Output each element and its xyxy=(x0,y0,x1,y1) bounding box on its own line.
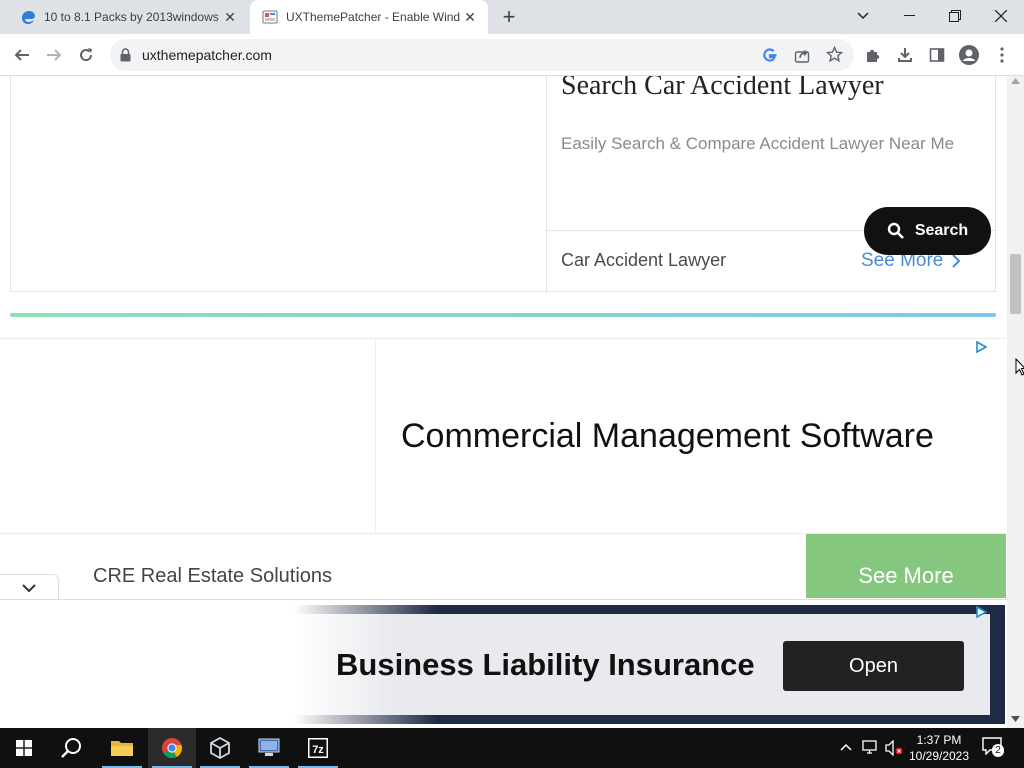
close-tab-icon[interactable]: ✕ xyxy=(220,7,240,27)
ad-title[interactable]: Search Car Accident Lawyer xyxy=(561,76,884,102)
download-icon[interactable] xyxy=(892,42,918,68)
chrome-icon[interactable] xyxy=(148,728,196,768)
network-app-icon[interactable] xyxy=(245,728,293,768)
ad-description: Easily Search & Compare Accident Lawyer … xyxy=(561,134,955,153)
tab-strip: 10 to 8.1 Packs by 2013windows ✕ UXTheme… xyxy=(0,0,1024,34)
new-tab-button[interactable]: + xyxy=(497,4,521,29)
restore-icon[interactable] xyxy=(932,0,978,32)
section-divider-bar xyxy=(10,313,996,317)
action-center-icon[interactable]: 2 xyxy=(982,737,1006,759)
chevron-down-icon xyxy=(22,584,36,592)
search-icon[interactable] xyxy=(48,728,96,768)
show-hidden-icons-chevron-icon[interactable] xyxy=(840,743,852,751)
minimize-icon[interactable] xyxy=(886,0,932,32)
svg-text:7z: 7z xyxy=(312,744,324,756)
volume-muted-icon[interactable] xyxy=(885,740,903,756)
menu-kebab-icon[interactable] xyxy=(989,42,1015,68)
reload-icon[interactable] xyxy=(73,42,99,68)
ad-footer-label[interactable]: Car Accident Lawyer xyxy=(561,250,726,271)
share-icon[interactable] xyxy=(794,47,810,63)
search-button[interactable]: Search xyxy=(864,207,991,255)
mouse-cursor-icon xyxy=(1015,358,1024,376)
clock-time: 1:37 PM xyxy=(916,733,962,747)
see-more-button[interactable]: See More xyxy=(806,534,1006,598)
search-icon xyxy=(887,222,904,239)
system-clock[interactable]: 1:37 PM 10/29/2023 xyxy=(904,732,974,764)
bookmark-star-icon[interactable] xyxy=(826,46,843,63)
ad-title[interactable]: Commercial Management Software xyxy=(401,417,934,456)
ad-divider xyxy=(375,339,376,533)
lock-icon xyxy=(120,48,131,62)
tab-uxthemepatcher[interactable]: UXThemePatcher - Enable Wind ✕ xyxy=(250,0,488,34)
side-panel-icon[interactable] xyxy=(924,42,950,68)
commercial-software-ad[interactable]: Commercial Management Software xyxy=(0,338,1006,534)
page-scrollbar[interactable] xyxy=(1007,76,1024,728)
profile-avatar-icon[interactable] xyxy=(956,42,982,68)
address-bar[interactable]: uxthemepatcher.com xyxy=(110,39,854,71)
network-icon[interactable] xyxy=(862,740,880,756)
ad-banner-band xyxy=(294,605,1005,614)
close-tab-icon[interactable]: ✕ xyxy=(460,7,480,27)
ad-footer-row[interactable]: CRE Real Estate Solutions See More xyxy=(0,534,1006,598)
url-text: uxthemepatcher.com xyxy=(142,47,272,63)
windows-taskbar: 7z 1:37 PM 10/29/2023 2 xyxy=(0,728,1024,768)
notification-badge: 2 xyxy=(992,744,1004,757)
tab-search-chevron-icon[interactable] xyxy=(840,0,886,32)
tab-title: 10 to 8.1 Packs by 2013windows xyxy=(44,10,219,24)
close-window-icon[interactable] xyxy=(978,0,1024,32)
ad-footer-label: CRE Real Estate Solutions xyxy=(93,565,333,587)
collapse-ad-button[interactable] xyxy=(0,574,59,601)
extensions-puzzle-icon[interactable] xyxy=(860,42,886,68)
7zip-icon[interactable]: 7z xyxy=(294,728,342,768)
adchoices-icon[interactable] xyxy=(975,341,987,353)
virtualbox-icon[interactable] xyxy=(196,728,244,768)
page-content: Search Car Accident Lawyer Easily Search… xyxy=(0,76,1007,728)
adchoices-icon[interactable] xyxy=(975,606,987,618)
google-icon[interactable] xyxy=(762,47,778,63)
forward-arrow-icon[interactable] xyxy=(41,42,67,68)
search-button-label: Search xyxy=(914,222,969,239)
ad-banner-band xyxy=(294,715,1005,724)
uxthemepatcher-favicon-icon xyxy=(262,10,278,24)
start-icon[interactable] xyxy=(0,728,48,768)
sticky-bottom-ad[interactable]: Business Liability Insurance Open xyxy=(0,599,1007,728)
browser-toolbar: uxthemepatcher.com xyxy=(0,34,1024,76)
scrollbar-thumb[interactable] xyxy=(1010,254,1021,314)
ad-banner-edge xyxy=(990,605,1005,724)
ad-title[interactable]: Business Liability Insurance xyxy=(336,647,755,683)
scroll-down-arrow-icon[interactable] xyxy=(1011,716,1020,722)
scroll-up-arrow-icon[interactable] xyxy=(1011,78,1020,84)
file-explorer-icon[interactable] xyxy=(98,728,146,768)
tab-title: UXThemePatcher - Enable Wind xyxy=(286,10,460,24)
open-button[interactable]: Open xyxy=(783,641,964,691)
tab-10-to-81-packs[interactable]: 10 to 8.1 Packs by 2013windows ✕ xyxy=(8,0,248,34)
edge-favicon-icon xyxy=(22,11,35,24)
car-accident-ad[interactable] xyxy=(10,76,996,293)
back-arrow-icon[interactable] xyxy=(9,42,35,68)
chevron-right-icon xyxy=(952,254,961,268)
clock-date: 10/29/2023 xyxy=(908,749,970,763)
ad-divider xyxy=(546,76,547,293)
